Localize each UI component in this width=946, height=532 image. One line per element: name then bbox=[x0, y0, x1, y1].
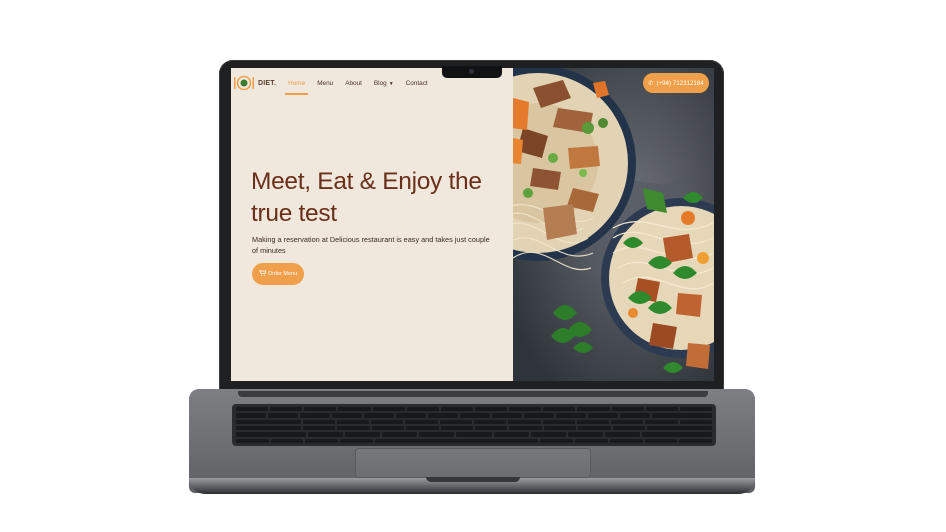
phone-number: (+94) 712312184 bbox=[656, 79, 704, 87]
laptop-screen: DIET. Home Menu About Blog ▼ Contact ✆ (+… bbox=[231, 68, 714, 381]
order-menu-button[interactable]: Order Menu bbox=[252, 263, 304, 285]
nav-link-home[interactable]: Home bbox=[285, 76, 309, 95]
order-menu-label: Order Menu bbox=[267, 271, 298, 277]
logo-text: DIET. bbox=[258, 79, 277, 87]
nav-link-contact[interactable]: Contact bbox=[406, 76, 428, 91]
hero-subtitle: Making a reservation at Delicious restau… bbox=[252, 235, 490, 255]
nav-link-blog-label: Blog bbox=[373, 79, 387, 87]
chevron-down-icon: ▼ bbox=[388, 80, 394, 87]
nav-link-menu[interactable]: Menu bbox=[317, 76, 333, 91]
laptop-trackpad bbox=[355, 448, 591, 478]
nav-link-about[interactable]: About bbox=[345, 76, 362, 91]
hero-food-image bbox=[513, 68, 714, 381]
camera-notch bbox=[442, 66, 502, 78]
hero-title: Meet, Eat & Enjoy the true test bbox=[251, 168, 482, 227]
laptop-hinge bbox=[238, 391, 708, 397]
phone-button[interactable]: ✆ (+94) 712312184 bbox=[643, 73, 709, 93]
cart-icon bbox=[258, 270, 267, 278]
plate-icon bbox=[233, 75, 255, 91]
laptop-open-notch bbox=[426, 477, 520, 482]
laptop-keyboard bbox=[232, 404, 716, 446]
site-logo[interactable]: DIET. bbox=[233, 75, 276, 91]
nav-link-blog[interactable]: Blog ▼ bbox=[374, 76, 394, 91]
phone-icon: ✆ bbox=[648, 79, 654, 87]
